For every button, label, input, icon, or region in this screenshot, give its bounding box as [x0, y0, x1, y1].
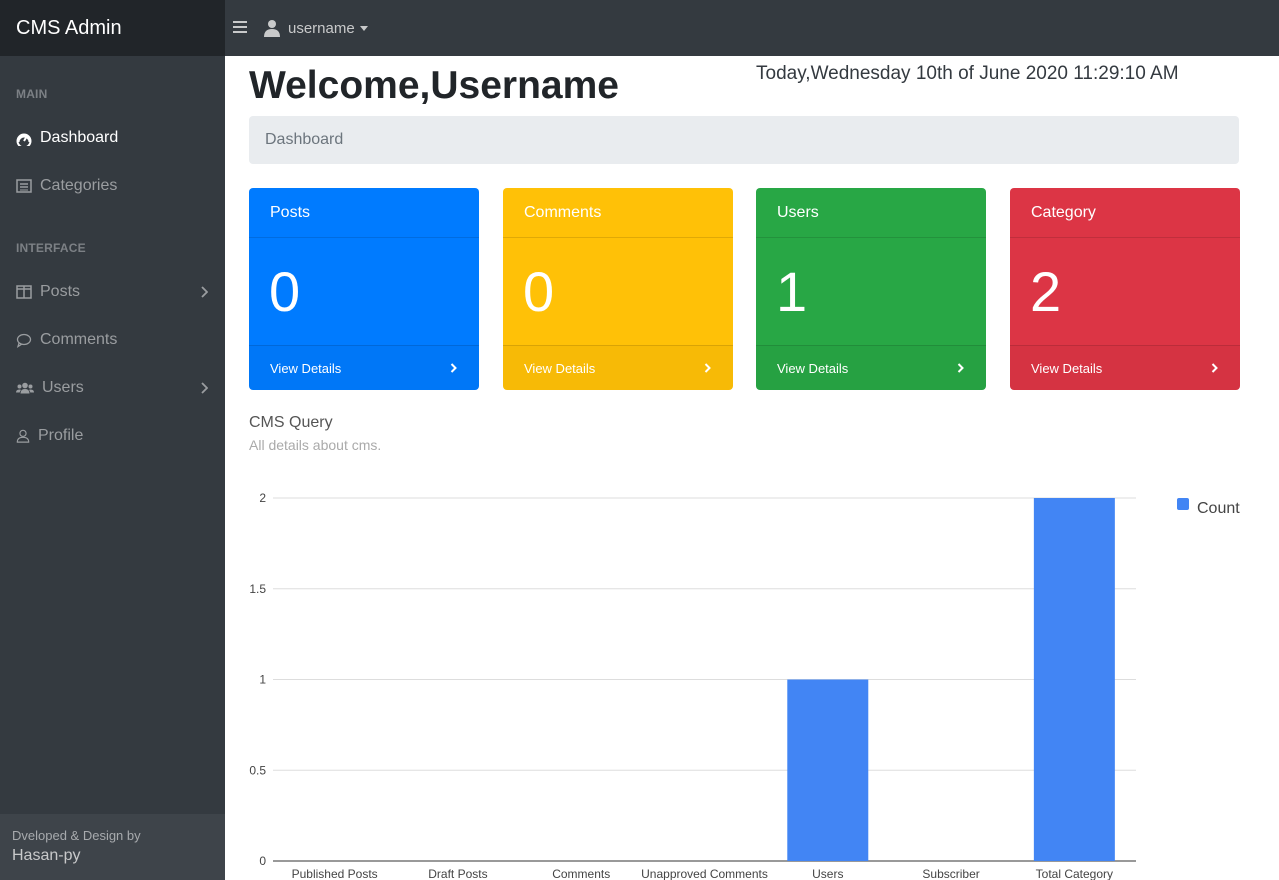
x-tick-label: Unapproved Comments [641, 867, 768, 880]
card-value: 0 [269, 260, 301, 323]
view-details-label: View Details [524, 360, 596, 376]
sidebar-item-label: Dashboard [40, 129, 119, 146]
view-details-link[interactable]: View Details [503, 345, 733, 390]
users-icon [16, 382, 34, 394]
sidebar-item-dashboard[interactable]: Dashboard [0, 118, 225, 158]
chart-subtitle: All details about cms. [249, 437, 382, 453]
card-value: 2 [1030, 260, 1062, 323]
card-posts: Posts 0 View Details [249, 188, 479, 390]
sidebar-item-label: Posts [40, 283, 81, 300]
chart-bar [1033, 498, 1115, 861]
sidebar-heading-interface: INTERFACE [16, 241, 86, 255]
view-details-label: View Details [777, 360, 849, 376]
chart-bar [787, 679, 869, 861]
user-icon [16, 429, 30, 443]
sidebar-item-label: Profile [38, 427, 84, 444]
legend-label: Count [1197, 500, 1240, 517]
username-label: username [288, 19, 355, 37]
x-tick-label: Published Posts [292, 867, 378, 880]
current-datetime: Today,Wednesday 10th of June 2020 11:29:… [756, 63, 1179, 84]
main-content: Welcome,Username Today,Wednesday 10th of… [225, 56, 1265, 880]
view-details-link[interactable]: View Details [756, 345, 986, 390]
chevron-right-icon [201, 286, 208, 298]
footer-author: Hasan-py [12, 847, 81, 864]
x-tick-label: Subscriber [922, 867, 979, 880]
x-tick-label: Total Category [1036, 867, 1113, 880]
chart-title: CMS Query [249, 414, 333, 431]
footer-credit-label: Dveloped & Design by [12, 828, 141, 843]
user-dropdown[interactable]: username [264, 16, 368, 40]
legend-swatch [1177, 498, 1189, 510]
card-title: Posts [249, 188, 479, 238]
chevron-right-icon [704, 363, 711, 373]
x-tick-label: Draft Posts [428, 867, 487, 880]
card-users: Users 1 View Details [756, 188, 986, 390]
caret-down-icon [359, 25, 368, 31]
card-title: Comments [503, 188, 733, 238]
card-value: 0 [523, 260, 555, 323]
sidebar-item-categories[interactable]: Categories [0, 166, 225, 206]
page-title: Welcome,Username [249, 64, 619, 107]
sidebar-heading-main: MAIN [16, 87, 48, 101]
bar-chart: 0 0.5 1 1.5 2 Published Posts Draft Posts Comme… [249, 491, 1240, 880]
sidebar-footer: Dveloped & Design by Hasan-py [0, 814, 225, 880]
card-comments: Comments 0 View Details [503, 188, 733, 390]
sidebar-item-label: Comments [40, 331, 118, 348]
view-details-label: View Details [270, 360, 342, 376]
chevron-right-icon [450, 363, 457, 373]
y-tick-label: 1 [259, 673, 266, 687]
view-details-link[interactable]: View Details [249, 345, 479, 390]
card-category: Category 2 View Details [1010, 188, 1240, 390]
breadcrumb: Dashboard [249, 116, 1239, 164]
x-tick-label: Comments [552, 867, 610, 880]
view-details-label: View Details [1031, 360, 1103, 376]
menu-toggle-icon[interactable] [233, 18, 247, 38]
sidebar-item-posts[interactable]: Posts [0, 272, 225, 312]
sidebar-item-profile[interactable]: Profile [0, 416, 225, 456]
y-tick-label: 2 [259, 491, 266, 505]
y-tick-label: 0 [259, 854, 266, 868]
top-navbar: CMS Admin username [0, 0, 1279, 56]
y-tick-label: 1.5 [249, 582, 266, 596]
chevron-right-icon [957, 363, 964, 373]
chevron-right-icon [1211, 363, 1218, 373]
comment-icon [16, 333, 32, 348]
card-value: 1 [776, 260, 808, 323]
card-title: Category [1010, 188, 1240, 238]
sidebar-item-label: Categories [40, 177, 118, 194]
sidebar-item-comments[interactable]: Comments [0, 320, 225, 360]
columns-icon [16, 285, 32, 299]
dashboard-icon [16, 133, 32, 146]
y-tick-label: 0.5 [249, 763, 266, 777]
view-details-link[interactable]: View Details [1010, 345, 1240, 390]
sidebar: MAIN Dashboard Categories INTERFACE Post… [0, 56, 225, 880]
x-tick-label: Users [812, 867, 843, 880]
list-icon [16, 179, 32, 193]
card-title: Users [756, 188, 986, 238]
user-icon [264, 20, 280, 37]
breadcrumb-item[interactable]: Dashboard [265, 131, 343, 148]
sidebar-item-users[interactable]: Users [0, 368, 225, 408]
chevron-right-icon [201, 382, 208, 394]
brand-title[interactable]: CMS Admin [0, 0, 225, 56]
sidebar-item-label: Users [42, 379, 84, 396]
